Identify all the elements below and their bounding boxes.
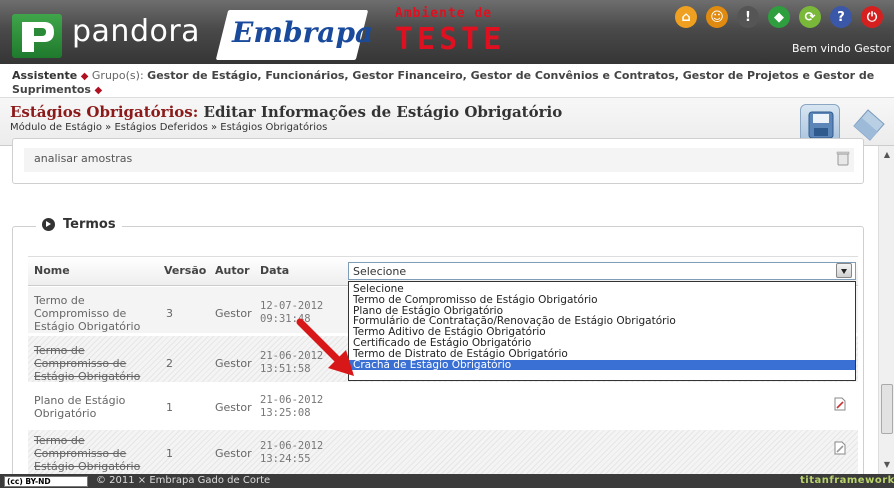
row-autor: Gestor [215,401,252,414]
embrapa-logo: Embrapa [232,16,374,49]
diamond-icon: ◆ [80,71,89,82]
termos-legend: Termos [36,217,122,232]
header-toolbar: ⌂ ☺! ◆ ⟳? ⏻ [675,6,883,28]
row-nome: Plano de Estágio Obrigatório [34,394,126,420]
table-row [28,430,858,474]
row-autor: Gestor [215,447,252,460]
scrollbar-thumb[interactable] [881,384,893,434]
column-autor[interactable]: Autor [215,264,250,277]
document-edit-icon[interactable] [832,440,848,456]
help-icon[interactable]: ? [830,6,852,28]
vertical-scrollbar[interactable]: ▲ ▼ [878,146,894,474]
row-versao: 3 [166,307,173,320]
scroll-up-icon[interactable]: ▲ [882,150,892,159]
row-versao: 2 [166,357,173,370]
document-type-select[interactable]: Selecione [348,262,856,280]
row-nome: Termo de Compromisso de Estágio Obrigatóri… [34,434,141,473]
dropdown-option[interactable]: Termo de Compromisso de Estágio Obrigató… [349,294,855,306]
table-row [28,386,858,426]
trash-icon[interactable] [836,150,850,166]
user-groups-bar: Assistente ◆ Grupo(s): Gestor de Estágio… [0,64,894,98]
alert-icon[interactable]: ! [737,6,759,28]
diamond-icon: ◆ [94,85,103,96]
row-nome: Termo de Compromisso de Estágio Obrigatóri… [34,344,141,383]
refresh-icon[interactable]: ⟳ [799,6,821,28]
column-data[interactable]: Data [260,264,289,277]
footer-bar: (cc) BY-ND © 2011 × Embrapa Gado de Cort… [0,474,894,488]
header-bar: pandora Embrapa Ambiente de TESTE ⌂ ☺! ◆ ⟳?… [0,0,894,64]
row-autor: Gestor [215,307,252,320]
framework-logo: titanframework [800,475,894,486]
page-title-section: Estágios Obrigatórios: [10,103,199,121]
page-title: Estágios Obrigatórios: Editar Informaçõe… [10,103,562,121]
environment-name: TESTE [395,22,506,57]
previous-item-row [24,148,854,172]
row-nome: Termo de Compromisso de Estágio Obrigatóri… [34,294,141,333]
page-title-action: Editar Informações de Estágio Obrigatóri… [203,103,563,121]
document-type-dropdown: Selecione Termo de Compromisso de Estágio… [348,281,856,381]
termos-title: Termos [63,217,116,232]
document-edit-icon[interactable] [832,396,848,412]
row-data: 21-06-2012 13:24:55 [260,440,324,465]
user-icon[interactable]: ☺ [706,6,728,28]
scroll-down-icon[interactable]: ▼ [882,460,892,469]
row-versao: 1 [166,401,173,414]
row-autor: Gestor [215,357,252,370]
home-icon[interactable]: ⌂ [675,6,697,28]
column-nome[interactable]: Nome [34,264,70,277]
chevron-down-icon[interactable] [836,263,852,278]
pandora-logo-icon [12,14,62,58]
dropdown-option[interactable]: Termo de Distrato de Estágio Obrigatório [349,348,855,360]
red-arrow-annotation [296,318,354,376]
dropdown-option[interactable]: Crachá de Estágio Obrigatório [349,359,855,371]
groups-prefix: Grupo(s): [91,69,144,82]
copyright-text: © 2011 × Embrapa Gado de Corte [96,475,271,486]
user-role: Assistente [12,69,78,82]
play-circle-icon [42,218,55,231]
license-badge[interactable]: (cc) BY-ND [4,476,88,487]
environment-label: Ambiente de [395,6,493,21]
breadcrumb[interactable]: Módulo de Estágio » Estágios Deferidos »… [10,122,327,133]
power-icon[interactable]: ⏻ [861,6,883,28]
brazil-flag-icon[interactable]: ◆ [768,6,790,28]
welcome-text: Bem vindo Gestor [792,42,891,55]
previous-item-text: analisar amostras [34,152,133,165]
row-versao: 1 [166,447,173,460]
column-versao[interactable]: Versão [164,264,206,277]
app-name: pandora [72,14,201,49]
row-data: 21-06-2012 13:25:08 [260,394,324,419]
